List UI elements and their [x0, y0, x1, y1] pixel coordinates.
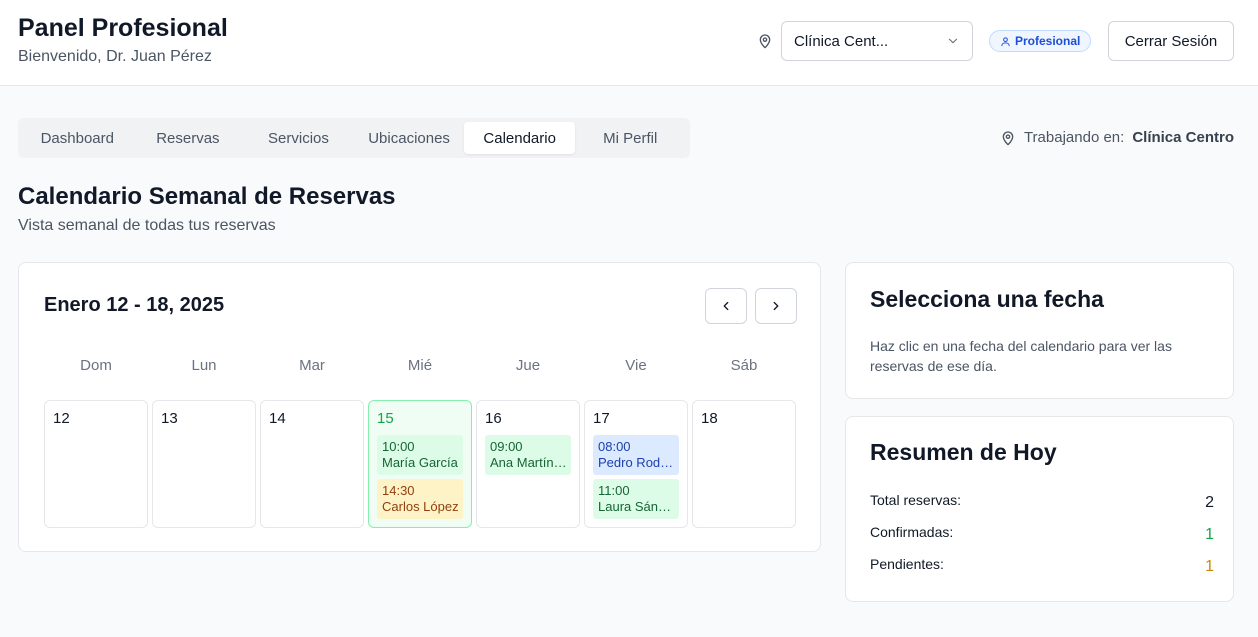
- weekly-calendar: Enero 12 - 18, 2025 Dom Lun Mar Mié Jue …: [18, 262, 821, 552]
- day-cell[interactable]: 12: [44, 400, 148, 528]
- day-number: 16: [485, 410, 502, 427]
- logout-button[interactable]: Cerrar Sesión: [1108, 21, 1234, 61]
- weekday-label: Mar: [299, 357, 325, 374]
- tab-calendario[interactable]: Calendario: [464, 122, 575, 154]
- appointment-time: 10:00: [382, 439, 415, 454]
- summary-label: Total reservas:: [870, 492, 962, 508]
- appointment-time: 14:30: [382, 483, 415, 498]
- weekday-label: Jue: [515, 357, 541, 374]
- day-number: 18: [701, 410, 718, 427]
- appointment-time: 09:00: [490, 439, 523, 454]
- appointment-patient: Carlos López: [382, 499, 459, 514]
- day-cell[interactable]: 14: [260, 400, 364, 528]
- day-number: 15: [377, 410, 394, 427]
- tab-servicios[interactable]: Servicios: [243, 122, 354, 154]
- day-cell[interactable]: 13: [152, 400, 256, 528]
- weekday-label: Vie: [625, 357, 647, 374]
- day-number: 17: [593, 410, 610, 427]
- appointment-item[interactable]: 14:30 Carlos López: [377, 479, 463, 519]
- day-number: 12: [53, 410, 70, 427]
- appointment-patient: María García: [382, 455, 458, 470]
- role-badge-label: Profesional: [1015, 34, 1081, 48]
- location-select[interactable]: Clínica Cent...: [781, 21, 973, 61]
- appointment-item[interactable]: 09:00 Ana Martínez: [485, 435, 571, 475]
- day-cell[interactable]: 18: [692, 400, 796, 528]
- weekday-label: Mié: [407, 357, 433, 374]
- chevron-down-icon: [948, 38, 958, 44]
- appointment-patient: Laura Sánc...: [598, 499, 675, 514]
- location-select-value: Clínica Cent...: [794, 32, 889, 50]
- appointment-item[interactable]: 10:00 María García: [377, 435, 463, 475]
- select-date-card: Selecciona una fecha Haz clic en una fec…: [845, 262, 1234, 399]
- weekday-label: Lun: [191, 357, 217, 374]
- main-tabs: Dashboard Reservas Servicios Ubicaciones…: [18, 118, 690, 158]
- day-cell[interactable]: 17 08:00 Pedro Rodrí... 11:00 Laura Sánc…: [584, 400, 688, 528]
- top-header: Panel Profesional Bienvenido, Dr. Juan P…: [0, 0, 1258, 86]
- appointment-patient: Ana Martínez: [490, 455, 567, 470]
- day-cell[interactable]: 16 09:00 Ana Martínez: [476, 400, 580, 528]
- tab-ubicaciones[interactable]: Ubicaciones: [354, 122, 465, 154]
- role-badge: Profesional: [989, 30, 1092, 52]
- user-icon: [1001, 36, 1010, 46]
- map-pin-icon: [759, 34, 771, 49]
- weekday-label: Sáb: [730, 357, 758, 374]
- map-pin-icon: [1002, 130, 1014, 145]
- working-location-name: Clínica Centro: [1132, 129, 1234, 146]
- day-number: 13: [161, 410, 178, 427]
- page-title: Calendario Semanal de Reservas: [18, 183, 396, 210]
- day-number: 14: [269, 410, 286, 427]
- summary-label: Confirmadas:: [870, 524, 954, 540]
- prev-week-button[interactable]: [705, 288, 747, 324]
- working-location: Trabajando en: Clínica Centro: [1000, 129, 1234, 146]
- working-prefix: Trabajando en:: [1023, 129, 1125, 146]
- chevron-right-icon: [773, 301, 779, 311]
- welcome-text: Bienvenido, Dr. Juan Pérez: [18, 48, 212, 65]
- summary-value: 1: [1205, 526, 1214, 543]
- select-date-text: Haz clic en una fecha del calendario par…: [870, 338, 1172, 374]
- summary-value: 2: [1205, 494, 1214, 511]
- summary-value: 1: [1205, 558, 1214, 575]
- tab-dashboard[interactable]: Dashboard: [22, 122, 133, 154]
- summary-row-total: Total reservas: 2: [870, 492, 1214, 511]
- tab-reservas[interactable]: Reservas: [133, 122, 244, 154]
- page-subtitle: Vista semanal de todas tus reservas: [18, 217, 276, 234]
- summary-row-confirmed: Confirmadas: 1: [870, 524, 1214, 543]
- summary-title: Resumen de Hoy: [870, 439, 1057, 465]
- appointment-time: 11:00: [598, 483, 630, 498]
- appointment-patient: Pedro Rodrí...: [598, 455, 675, 470]
- chevron-left-icon: [723, 301, 729, 311]
- select-date-title: Selecciona una fecha: [870, 286, 1104, 312]
- appointment-item[interactable]: 11:00 Laura Sánc...: [593, 479, 679, 519]
- summary-label: Pendientes:: [870, 556, 944, 572]
- weekday-label: Dom: [80, 357, 112, 374]
- appointment-item[interactable]: 08:00 Pedro Rodrí...: [593, 435, 679, 475]
- appointment-time: 08:00: [598, 439, 631, 454]
- day-cell-today[interactable]: 15 10:00 María García 14:30 Carlos López: [368, 400, 472, 528]
- summary-row-pending: Pendientes: 1: [870, 556, 1214, 575]
- week-range: Enero 12 - 18, 2025: [44, 294, 225, 316]
- app-title: Panel Profesional: [18, 14, 228, 42]
- tab-mi-perfil[interactable]: Mi Perfil: [575, 122, 686, 154]
- today-summary-card: Resumen de Hoy Total reservas: 2 Confirm…: [845, 416, 1234, 602]
- next-week-button[interactable]: [755, 288, 797, 324]
